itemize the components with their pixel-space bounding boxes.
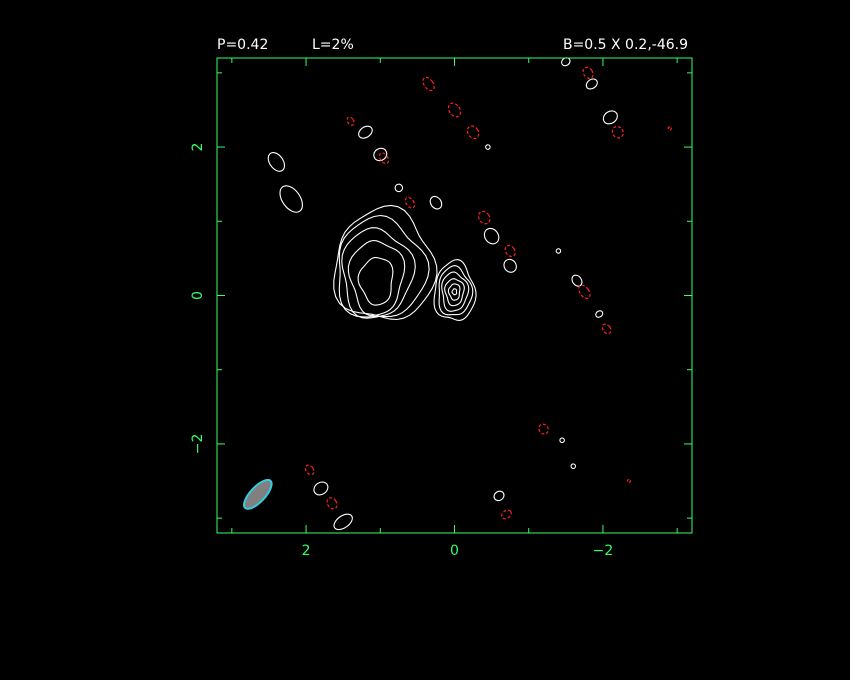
negative-contour-1 <box>447 102 462 118</box>
peak-label: P=0.42 <box>217 37 268 53</box>
negative-contour-0 <box>422 76 435 92</box>
contour-core-left-4 <box>357 257 394 306</box>
negative-contour-16 <box>326 497 338 510</box>
positive-contour-19 <box>493 490 505 502</box>
beam-layer <box>243 478 273 510</box>
negative-contour-15 <box>304 464 315 476</box>
negative-contour-9 <box>601 323 612 335</box>
negative-contour-10 <box>582 66 594 79</box>
contour-core-right-0 <box>433 259 477 321</box>
negative-contour-6 <box>477 210 491 225</box>
positive-contour-7 <box>503 258 517 273</box>
negative-contour-14 <box>538 423 549 435</box>
positive-contour-15 <box>559 437 565 444</box>
positive-contour-18 <box>333 513 353 531</box>
level-label: L=2% <box>312 37 354 53</box>
beam-label: B=0.5 X 0.2,-46.9 <box>563 37 688 53</box>
negative-contour-7 <box>504 244 516 258</box>
positive-contour-6 <box>483 227 500 245</box>
contour-core-right-5 <box>451 288 458 296</box>
plot-frame <box>216 57 693 534</box>
negative-contour-4 <box>378 152 390 165</box>
positive-contour-12 <box>585 78 598 90</box>
positive-contour-9 <box>571 274 583 287</box>
positive-contour-13 <box>602 110 618 125</box>
positive-contour-0 <box>267 152 286 172</box>
positive-contour-1 <box>279 185 303 213</box>
negative-contour-13 <box>626 478 632 484</box>
contour-core-left-3 <box>347 239 406 317</box>
x-tick-label: 2 <box>302 543 311 559</box>
positive-contour-17 <box>313 481 329 496</box>
negative-contour-2 <box>466 125 480 140</box>
x-tick-label: −2 <box>593 543 614 559</box>
negative-contour-17 <box>501 509 512 520</box>
negative-contour-5 <box>404 196 416 209</box>
x-tick-label: 0 <box>450 543 459 559</box>
positive-contour-2 <box>358 125 373 139</box>
negative-contour-12 <box>667 126 672 131</box>
y-tick-label: −2 <box>190 434 206 455</box>
contour-core-right-4 <box>447 283 461 301</box>
y-tick-label: 0 <box>190 291 206 300</box>
contour-layer <box>267 57 672 531</box>
positive-contour-8 <box>555 248 562 254</box>
positive-contour-10 <box>595 310 604 318</box>
beam-ellipse <box>243 478 273 510</box>
positive-contour-14 <box>485 144 491 150</box>
contour-plot: P=0.42 L=2% B=0.5 X 0.2,-46.9 2 0 −2 2 0 −2 <box>190 37 693 559</box>
negative-contour-3 <box>346 116 355 126</box>
negative-contour-11 <box>611 125 624 139</box>
positive-contour-5 <box>429 195 443 210</box>
positive-contour-4 <box>394 183 404 193</box>
positive-contour-16 <box>570 463 577 469</box>
contour-core-right-3 <box>444 278 465 307</box>
y-tick-label: 2 <box>190 143 206 152</box>
